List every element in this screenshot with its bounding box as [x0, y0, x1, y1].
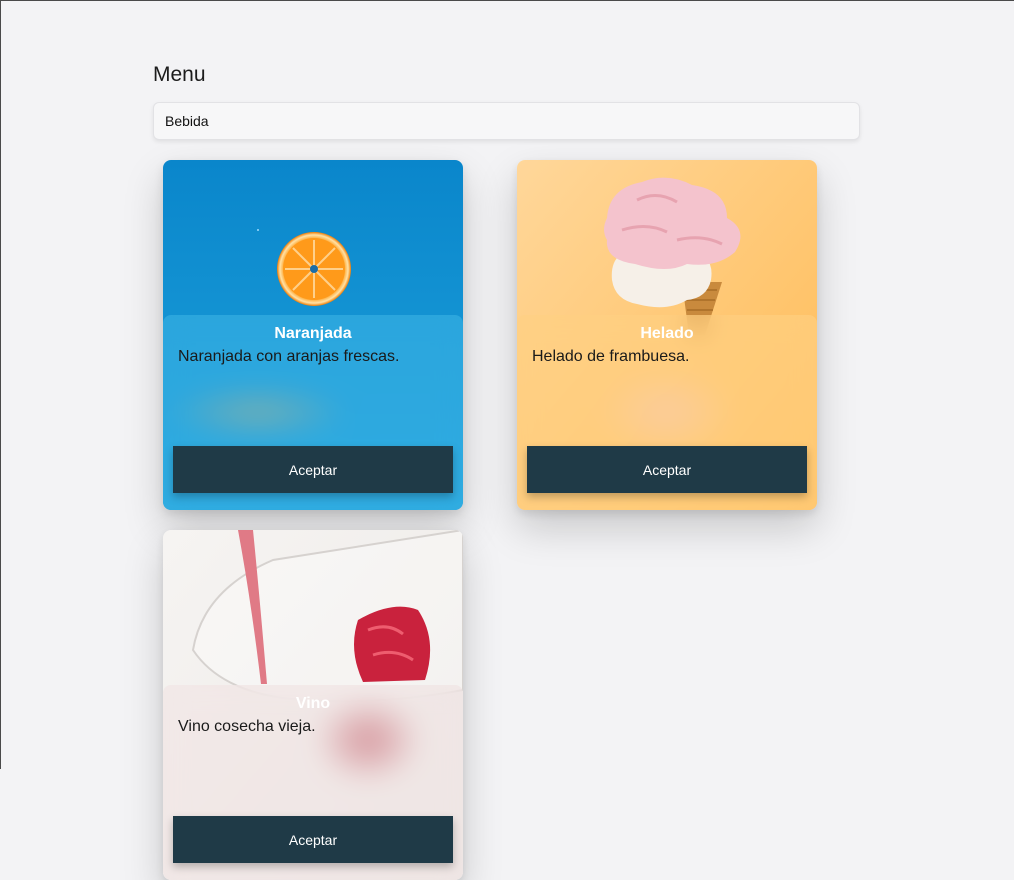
card-title: Vino — [295, 695, 331, 712]
card-description: Helado de frambuesa. — [532, 348, 690, 365]
menu-card-helado: Helado Helado de frambuesa. Aceptar — [517, 160, 817, 510]
menu-card-naranjada: Naranjada Naranjada con aranjas frescas.… — [163, 160, 463, 510]
search-input[interactable] — [153, 102, 860, 140]
card-description: Vino cosecha vieja. — [178, 718, 316, 735]
card-description: Naranjada con aranjas frescas. — [178, 348, 400, 365]
accept-button[interactable]: Aceptar — [173, 816, 453, 863]
card-title: Naranjada — [274, 325, 352, 342]
menu-card-vino: Vino Vino cosecha vieja. Aceptar — [163, 530, 463, 880]
page: Menu Bebida Naranjada Naranjada con aran… — [1, 1, 1014, 880]
accept-button[interactable]: Aceptar — [173, 446, 453, 493]
accept-button[interactable]: Aceptar — [527, 446, 807, 493]
page-title: Menu — [153, 63, 206, 86]
card-title: Helado — [640, 325, 694, 342]
